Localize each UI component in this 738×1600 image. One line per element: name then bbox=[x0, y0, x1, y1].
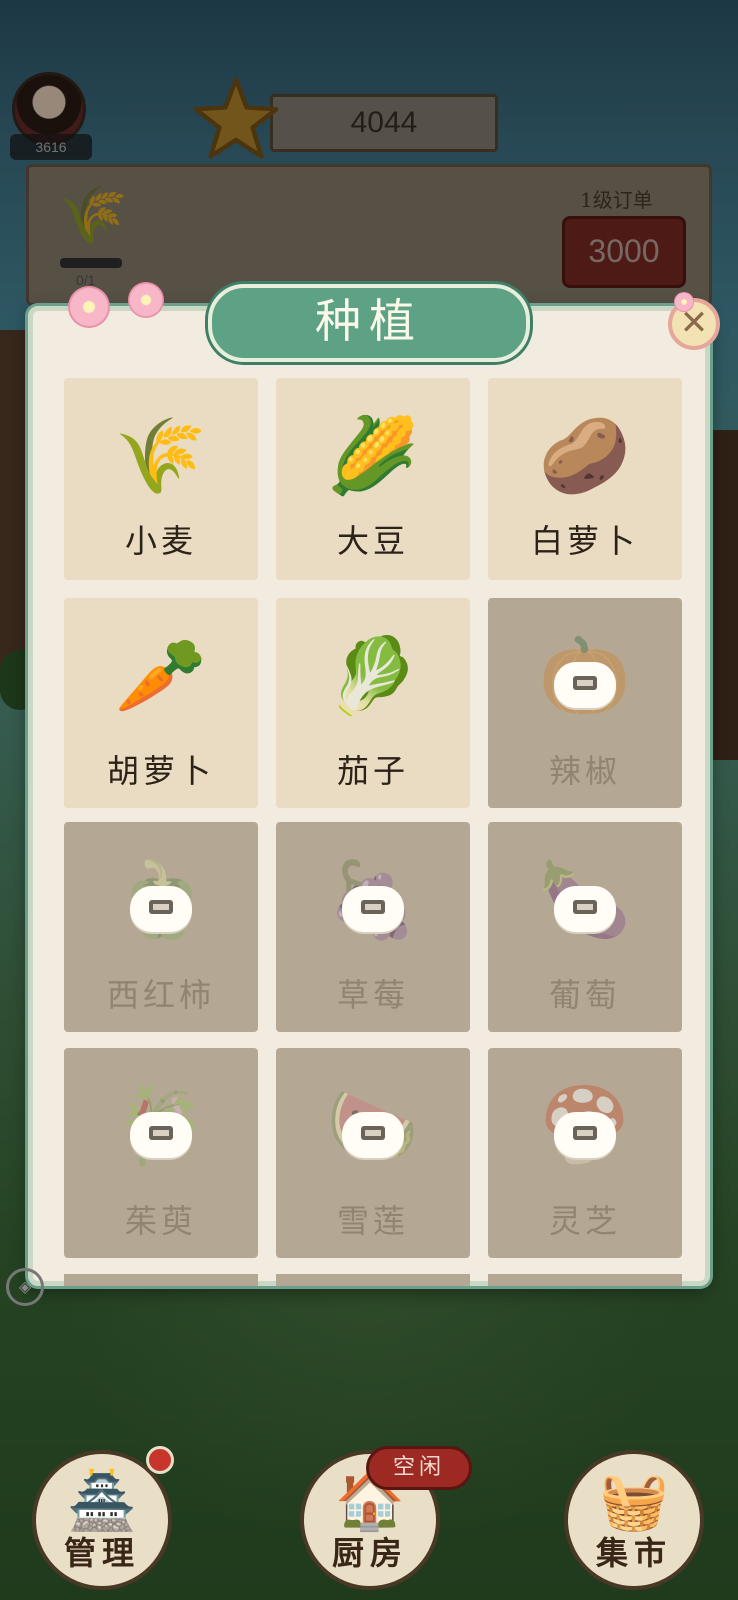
crop-name: 胡萝卜 bbox=[106, 752, 215, 790]
lock-icon bbox=[130, 886, 192, 932]
crop-cell[interactable]: 🍇草莓 bbox=[276, 822, 470, 1032]
crop-cell[interactable]: 🎋茱萸 bbox=[64, 1048, 258, 1258]
lettuce-icon: 🥬 bbox=[326, 632, 420, 719]
panel-title: 种植 bbox=[315, 294, 423, 348]
basket-icon: 🧺 bbox=[599, 1469, 669, 1534]
notification-dot bbox=[146, 1446, 174, 1474]
crop-cell[interactable]: 🎃辣椒 bbox=[488, 598, 682, 808]
lock-icon bbox=[554, 662, 616, 708]
crop-cell[interactable]: 🥬 茄子 bbox=[276, 598, 470, 808]
side-compass-icon[interactable]: ◈ bbox=[6, 1268, 44, 1306]
potato-icon: 🥔 bbox=[538, 412, 632, 499]
crop-name: 茄子 bbox=[336, 752, 409, 790]
lock-icon bbox=[554, 1112, 616, 1158]
crop-cell[interactable]: 🥕 胡萝卜 bbox=[64, 598, 258, 808]
kitchen-status-badge: 空闲 bbox=[366, 1446, 472, 1490]
crop-name: 大豆 bbox=[336, 522, 409, 560]
crop-name: 辣椒 bbox=[548, 752, 621, 790]
crop-name: 葡萄 bbox=[548, 976, 621, 1014]
carrot-icon: 🥕 bbox=[114, 632, 208, 719]
crop-name: 雪莲 bbox=[336, 1202, 409, 1240]
crop-cell[interactable]: 🌽 大豆 bbox=[276, 378, 470, 580]
crop-cell[interactable]: 🌾 小麦 bbox=[64, 378, 258, 580]
crop-cell-partial bbox=[64, 1274, 258, 1286]
corn-icon: 🌽 bbox=[326, 412, 420, 499]
crop-name: 茱萸 bbox=[124, 1202, 197, 1240]
crop-name: 白萝卜 bbox=[530, 522, 639, 560]
blossom-icon bbox=[674, 292, 694, 312]
kitchen-label: 厨房 bbox=[331, 1534, 408, 1572]
crop-name: 小麦 bbox=[124, 522, 197, 560]
crop-cell[interactable]: 🫑西红柿 bbox=[64, 822, 258, 1032]
crop-cell[interactable]: 🍉雪莲 bbox=[276, 1048, 470, 1258]
lock-icon bbox=[342, 1112, 404, 1158]
crop-cell-partial bbox=[488, 1274, 682, 1286]
lock-icon bbox=[342, 886, 404, 932]
building-icon: 🏯 bbox=[67, 1469, 137, 1534]
blossom-icon bbox=[68, 286, 110, 328]
manage-label: 管理 bbox=[63, 1534, 140, 1572]
crop-name: 灵芝 bbox=[548, 1202, 621, 1240]
lock-icon bbox=[130, 1112, 192, 1158]
blossom-icon bbox=[128, 282, 164, 318]
crop-cell[interactable]: 🍆葡萄 bbox=[488, 822, 682, 1032]
lock-icon bbox=[554, 886, 616, 932]
crop-cell[interactable]: 🍄灵芝 bbox=[488, 1048, 682, 1258]
crop-name: 草莓 bbox=[336, 976, 409, 1014]
wheat-icon: 🌾 bbox=[114, 412, 208, 499]
crop-name: 西红柿 bbox=[106, 976, 215, 1014]
market-label: 集市 bbox=[595, 1534, 672, 1572]
crop-cell-partial bbox=[276, 1274, 470, 1286]
crop-cell[interactable]: 🥔 白萝卜 bbox=[488, 378, 682, 580]
